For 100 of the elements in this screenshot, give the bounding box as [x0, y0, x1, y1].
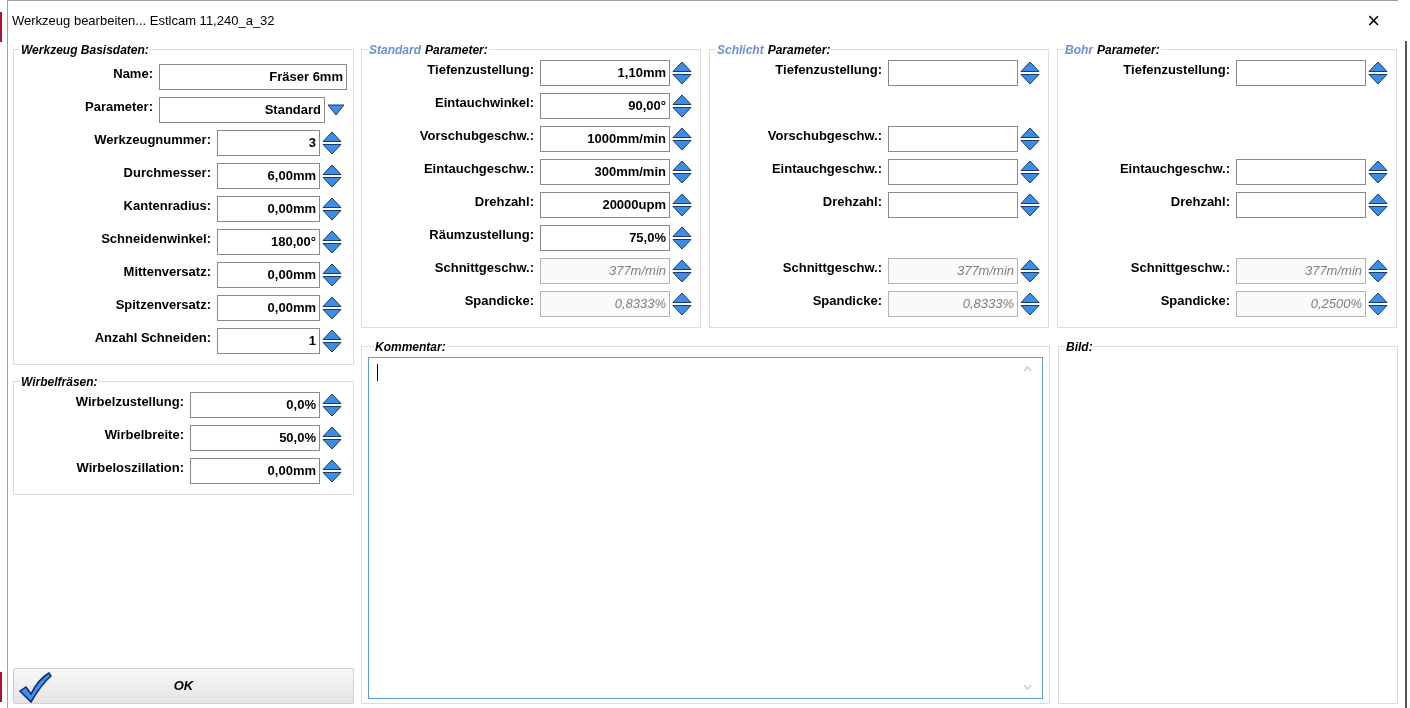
input-field[interactable]: [888, 125, 1018, 152]
field-label: Wirbeloszillation:: [75, 458, 185, 477]
text-cursor: [377, 363, 378, 381]
field-label: Schnittgeschw.:: [433, 258, 535, 277]
input-field[interactable]: 90,00°: [540, 92, 670, 119]
input-field[interactable]: 1000mm/min: [540, 125, 670, 152]
input-field[interactable]: 0,00mm: [190, 457, 320, 484]
input-field[interactable]: 300mm/min: [540, 158, 670, 185]
field-label: Durchmesser:: [122, 163, 212, 182]
input-field[interactable]: 0,00mm: [217, 294, 320, 321]
spinner-arrows[interactable]: [672, 93, 692, 118]
spinner-arrows[interactable]: [672, 225, 692, 250]
field-label: Vorschubgeschw.:: [418, 126, 535, 145]
input-field[interactable]: Standard: [159, 96, 325, 123]
field-label: Eintauchgeschw.:: [1118, 159, 1231, 178]
field-label: Parameter:: [84, 97, 154, 116]
field-label: Tiefenzustellung:: [426, 60, 535, 79]
spinner-arrows[interactable]: [1368, 159, 1388, 184]
field-label: Name:: [112, 64, 154, 83]
close-button[interactable]: ×: [1363, 9, 1384, 32]
field-label: Schnittgeschw.:: [1129, 258, 1231, 277]
scroll-down-icon: [1023, 684, 1032, 690]
spinner-arrows[interactable]: [1368, 192, 1388, 217]
input-field[interactable]: Fräser 6mm: [159, 63, 347, 90]
input-field[interactable]: 0,00mm: [217, 261, 320, 288]
mode-label: Standard: [369, 42, 421, 57]
mode-label: Bohr: [1065, 42, 1093, 57]
input-field[interactable]: 1: [217, 327, 320, 354]
input-field[interactable]: 20000upm: [540, 191, 670, 218]
group-title: Parameter:: [767, 42, 831, 57]
spinner-arrows[interactable]: [1368, 258, 1388, 283]
spinner-arrows[interactable]: [1020, 192, 1040, 217]
field-label: Drehzahl:: [473, 192, 535, 211]
field-label: Spitzenversatz:: [114, 295, 212, 314]
field-label: Anzahl Schneiden:: [93, 328, 212, 347]
field-label: Wirbelzustellung:: [74, 392, 185, 411]
spinner-arrows[interactable]: [322, 130, 342, 155]
spinner-arrows[interactable]: [322, 229, 342, 254]
field-label: Eintauchwinkel:: [434, 93, 535, 112]
field-label: Eintauchgeschw.:: [422, 159, 535, 178]
dropdown-arrow-icon[interactable]: [327, 103, 345, 116]
spinner-arrows[interactable]: [672, 60, 692, 85]
ok-button[interactable]: OK: [13, 668, 354, 704]
spinner-arrows[interactable]: [322, 392, 342, 417]
input-field[interactable]: 0,0%: [190, 391, 320, 418]
spinner-arrows[interactable]: [672, 291, 692, 316]
spinner-arrows[interactable]: [1020, 291, 1040, 316]
input-field[interactable]: [1236, 158, 1366, 185]
field-label: Werkzeugnummer:: [93, 130, 212, 149]
spinner-arrows[interactable]: [1020, 258, 1040, 283]
spinner-arrows[interactable]: [322, 262, 342, 287]
input-field[interactable]: [1236, 191, 1366, 218]
input-field[interactable]: 50,0%: [190, 424, 320, 451]
spinner-arrows[interactable]: [1368, 60, 1388, 85]
field-label: Spandicke:: [811, 291, 883, 310]
field-label: Räumzustellung:: [428, 225, 535, 244]
group-title: Kommentar:: [374, 338, 447, 356]
field-label: Drehzahl:: [821, 192, 883, 211]
input-field[interactable]: [888, 158, 1018, 185]
input-field[interactable]: 180,00°: [217, 228, 320, 255]
spinner-arrows[interactable]: [322, 196, 342, 221]
spinner-arrows[interactable]: [1020, 126, 1040, 151]
input-field[interactable]: 3: [217, 129, 320, 156]
group-title: Wirbelfräsen:: [21, 374, 98, 389]
field-label: Schnittgeschw.:: [781, 258, 883, 277]
input-field[interactable]: 75,0%: [540, 224, 670, 251]
input-field[interactable]: 1,10mm: [540, 59, 670, 86]
scroll-up-icon: [1023, 365, 1032, 372]
field-label: Drehzahl:: [1169, 192, 1231, 211]
spinner-arrows[interactable]: [1368, 291, 1388, 316]
group-title: Werkzeug Basisdaten:: [21, 42, 149, 57]
input-field[interactable]: [888, 191, 1018, 218]
checkmark-icon: [18, 671, 52, 703]
spinner-arrows[interactable]: [322, 295, 342, 320]
spinner-arrows[interactable]: [322, 328, 342, 353]
mode-label: Schlicht: [717, 42, 764, 57]
field-label: Tiefenzustellung:: [1122, 60, 1231, 79]
field-label: Kantenradius:: [122, 196, 212, 215]
group-title: Parameter:: [425, 42, 488, 57]
spinner-arrows[interactable]: [1020, 159, 1040, 184]
spinner-arrows[interactable]: [672, 159, 692, 184]
field-label: Mittenversatz:: [122, 262, 212, 281]
spinner-arrows[interactable]: [322, 163, 342, 188]
input-field[interactable]: [888, 59, 1018, 86]
input-field[interactable]: [1236, 59, 1366, 86]
group-title: Bild:: [1065, 338, 1094, 356]
spinner-arrows[interactable]: [322, 425, 342, 450]
spinner-arrows[interactable]: [1020, 60, 1040, 85]
spinner-arrows[interactable]: [322, 458, 342, 483]
field-label: Eintauchgeschw.:: [770, 159, 883, 178]
input-field[interactable]: 0,00mm: [217, 195, 320, 222]
field-label: Spandicke:: [463, 291, 535, 310]
spinner-arrows[interactable]: [672, 258, 692, 283]
field-label: Spandicke:: [1159, 291, 1231, 310]
field-label: Schneidenwinkel:: [100, 229, 212, 248]
field-label: Wirbelbreite:: [103, 425, 185, 444]
spinner-arrows[interactable]: [672, 126, 692, 151]
field-label: Vorschubgeschw.:: [766, 126, 883, 145]
input-field[interactable]: 6,00mm: [217, 162, 320, 189]
spinner-arrows[interactable]: [672, 192, 692, 217]
